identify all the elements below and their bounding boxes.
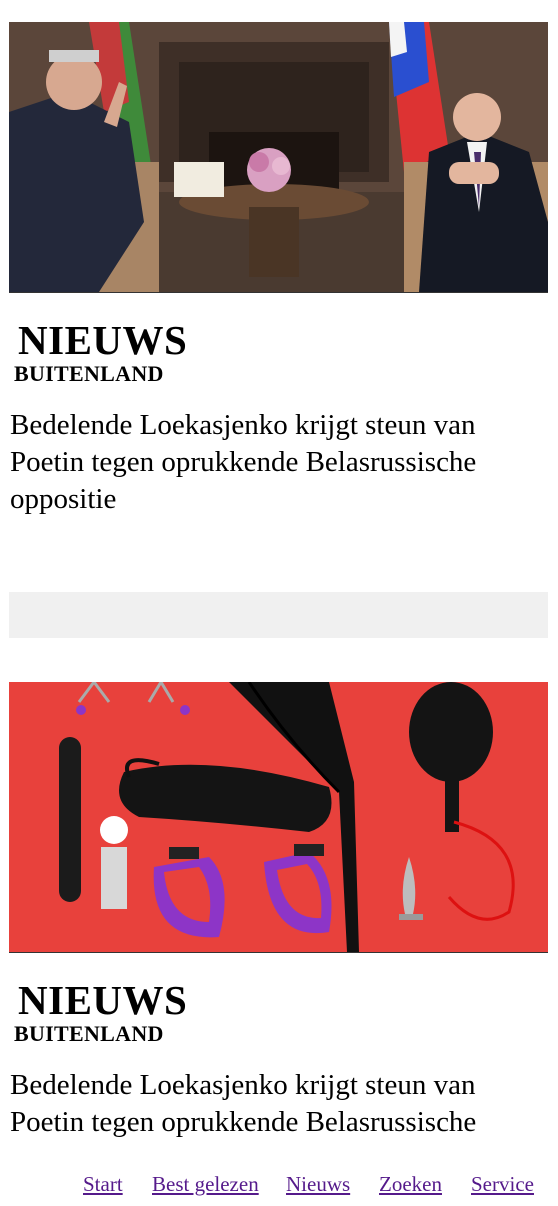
nav-link-search[interactable]: Zoeken: [379, 1172, 442, 1197]
subsection-label: BUITENLAND: [14, 361, 164, 386]
nav-link-news[interactable]: Nieuws: [286, 1172, 350, 1197]
nav-link-start[interactable]: Start: [83, 1172, 123, 1197]
article-headline[interactable]: Bedelende Loekasjenko krijgt steun van P…: [10, 1067, 548, 1137]
section-label: NIEUWS: [18, 977, 188, 1023]
bottom-nav: Start Best gelezen Nieuws Zoeken Service: [0, 1168, 558, 1206]
article-card[interactable]: NIEUWS BUITENLAND Bedelende Loekasjenko …: [9, 682, 548, 1137]
section-label: NIEUWS: [18, 317, 188, 363]
article-headline[interactable]: Bedelende Loekasjenko krijgt steun van P…: [10, 407, 548, 518]
article-card[interactable]: NIEUWS BUITENLAND Bedelende Loekasjenko …: [9, 22, 548, 518]
article-photo[interactable]: [9, 682, 548, 953]
nav-link-best-read[interactable]: Best gelezen: [152, 1172, 259, 1197]
nav-link-service[interactable]: Service: [471, 1172, 534, 1197]
article-photo[interactable]: [9, 22, 548, 293]
ad-placeholder: [9, 592, 548, 638]
product-photo: [9, 682, 548, 952]
meeting-photo: [9, 22, 548, 292]
subsection-label: BUITENLAND: [14, 1021, 164, 1046]
headline-wrap: Bedelende Loekasjenko krijgt steun van P…: [9, 1047, 548, 1137]
